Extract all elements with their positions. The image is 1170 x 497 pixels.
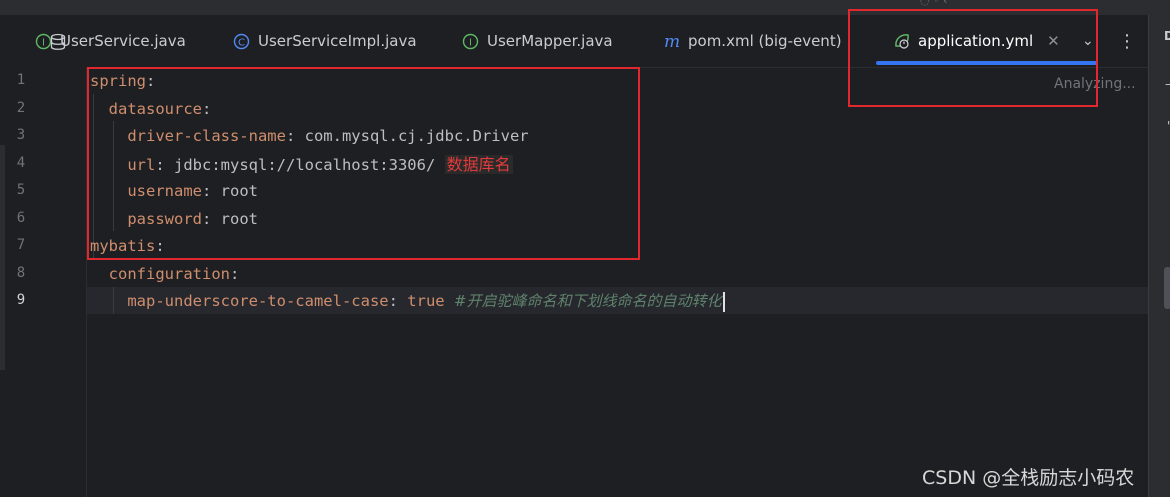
text-caret	[722, 291, 725, 312]
yaml-key: map-underscore-to-camel-case	[127, 292, 389, 310]
editor-tab-bar: I UserService.java C UserServiceImpl.jav…	[0, 15, 1150, 68]
tab-userserviceimpl[interactable]: C UserServiceImpl.java	[233, 15, 417, 67]
code-line-6: password: root	[90, 206, 258, 233]
svg-text:I: I	[469, 37, 472, 48]
line-number: 6	[16, 210, 26, 226]
gutter-fold-strip	[0, 145, 5, 370]
yaml-key: datasource	[108, 100, 202, 118]
yaml-value: jdbc:mysql://localhost:3306/	[174, 156, 436, 174]
line-number: 4	[16, 155, 26, 171]
tab-application-yml[interactable]: application.yml ✕	[876, 15, 1098, 67]
yaml-key: password	[127, 210, 202, 228]
right-tool-strip: D – '	[1148, 15, 1170, 497]
yaml-value: root	[220, 182, 258, 200]
yaml-key: driver-class-name	[127, 127, 286, 145]
code-line-3: driver-class-name: com.mysql.cj.jdbc.Dri…	[90, 123, 529, 150]
code-line-9: map-underscore-to-camel-case: true #开启驼峰…	[90, 288, 725, 315]
active-tab-indicator	[876, 61, 1098, 65]
yaml-colon: :	[285, 127, 305, 145]
panel-letter-icon: D	[1164, 29, 1170, 43]
yaml-colon: :	[388, 292, 408, 310]
analyzing-status: Analyzing...	[1054, 76, 1136, 92]
database-name-annotation: 数据库名	[444, 155, 513, 174]
yaml-colon: :	[230, 265, 240, 283]
svg-text:C: C	[238, 37, 245, 48]
code-line-4: url: jdbc:mysql://localhost:3306/ 数据库名	[90, 151, 513, 178]
class-icon: C	[233, 33, 250, 50]
line-number: 3	[16, 127, 26, 143]
yaml-key: url	[127, 156, 156, 174]
code-line-7: mybatis:	[90, 233, 165, 260]
yaml-colon: :	[146, 72, 156, 90]
code-line-2: datasource:	[90, 96, 212, 123]
code-line-1: spring:	[90, 68, 155, 95]
yaml-colon: :	[202, 100, 212, 118]
yaml-colon: :	[155, 237, 165, 255]
line-number: 5	[16, 182, 26, 198]
watermark: CSDN @全栈励志小码农	[922, 467, 1135, 489]
tab-label: UserService.java	[60, 32, 186, 50]
yaml-key: mybatis	[90, 237, 156, 255]
yaml-key: username	[127, 182, 202, 200]
title-strip: ◌ ◦ ‹	[0, 0, 1170, 15]
dash-icon: –	[1165, 77, 1170, 91]
scrollbar-thumb[interactable]	[1164, 267, 1170, 309]
line-number: 7	[16, 237, 26, 253]
tab-label: UserServiceImpl.java	[258, 32, 417, 50]
line-number-gutter: 1 2 3 4 5 6 7 8 9	[0, 67, 87, 497]
line-number: 8	[16, 265, 26, 281]
svg-text:m: m	[664, 33, 680, 50]
yaml-colon: :	[155, 156, 174, 174]
tab-label: application.yml	[918, 32, 1034, 50]
close-icon[interactable]: ✕	[1047, 32, 1060, 50]
spring-yml-icon	[893, 33, 910, 50]
svg-text:I: I	[42, 37, 45, 48]
maven-icon: m	[663, 33, 680, 50]
more-options-icon[interactable]: ⋮	[1118, 15, 1136, 67]
code-line-5: username: root	[90, 178, 258, 205]
yaml-colon: :	[201, 210, 221, 228]
database-icon[interactable]	[49, 33, 67, 55]
toolbar-icons-partial: ◌ ◦ ‹	[920, 0, 948, 7]
tab-usermapper[interactable]: I UserMapper.java	[462, 15, 613, 67]
interface-icon: I	[462, 33, 479, 50]
yaml-colon: :	[201, 182, 221, 200]
chevron-down-icon[interactable]: ⌄	[1082, 15, 1094, 67]
yaml-boolean-value: true	[407, 292, 445, 310]
yaml-key: spring	[90, 72, 146, 90]
tab-pom-xml[interactable]: m pom.xml (big-event)	[663, 15, 842, 67]
line-number: 2	[16, 100, 26, 116]
yaml-value: root	[220, 210, 258, 228]
line-number: 9	[16, 292, 26, 308]
yaml-comment: #开启驼峰命名和下划线命名的自动转化	[453, 292, 722, 310]
line-number: 1	[16, 72, 26, 88]
tab-label: UserMapper.java	[487, 32, 613, 50]
code-editor[interactable]: spring: datasource: driver-class-name: c…	[87, 67, 1148, 497]
code-line-8: configuration:	[90, 261, 240, 288]
yaml-value: com.mysql.cj.jdbc.Driver	[304, 127, 529, 145]
tab-label: pom.xml (big-event)	[688, 32, 842, 50]
yaml-key: configuration	[108, 265, 230, 283]
